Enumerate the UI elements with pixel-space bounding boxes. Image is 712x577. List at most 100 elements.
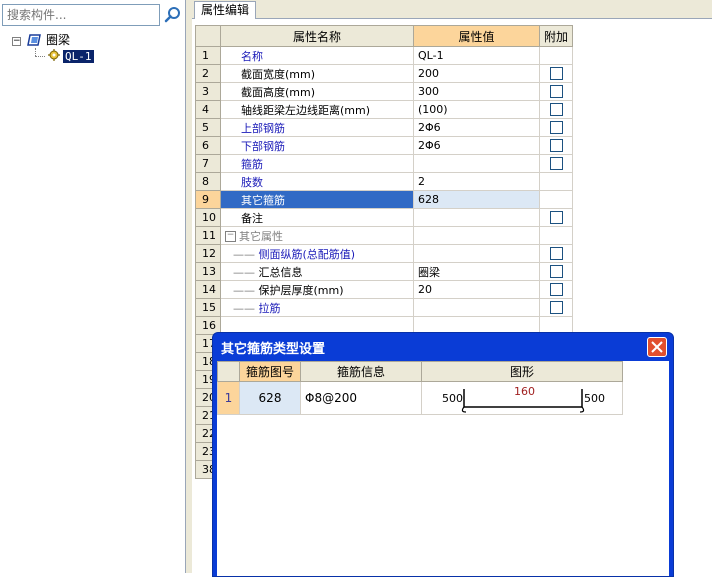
extra-cell [538,280,574,299]
extra-checkbox[interactable] [550,283,563,297]
extra-checkbox[interactable] [550,301,563,315]
property-value[interactable] [413,154,540,173]
property-name[interactable]: 其它箍筋 [220,190,414,209]
property-value[interactable]: 300 [413,82,540,101]
table-row[interactable]: 5 上部钢筋 2Φ6 [195,118,574,137]
property-value[interactable]: 20 [413,280,540,299]
property-name[interactable]: 截面高度(mm) [220,82,414,101]
stirrup-header-row: 箍筋图号 箍筋信息 图形 [217,361,623,382]
table-row[interactable]: 1 628 Φ8@200 500 160 500 [217,381,623,415]
extra-checkbox[interactable] [550,265,563,279]
table-row[interactable]: 11 − 其它属性 [195,226,574,245]
table-row[interactable]: 15 —— 拉筋 [195,298,574,317]
property-value[interactable]: 200 [413,64,540,83]
extra-cell [538,136,574,155]
close-icon [651,341,663,353]
stirrup-grid: 箍筋图号 箍筋信息 图形 1 628 Φ8@200 500 160 500 [217,361,623,415]
table-row[interactable]: 4 轴线距梁左边线距离(mm) (100) [195,100,574,119]
property-value[interactable]: QL-1 [413,46,540,65]
row-number: 1 [217,381,240,415]
table-row-selected[interactable]: 9 其它箍筋 628 [195,190,574,209]
property-name[interactable]: 下部钢筋 [220,136,414,155]
property-name[interactable]: 箍筋 [220,154,414,173]
property-name[interactable]: —— 保护层厚度(mm) [220,280,414,299]
dialog-close-button[interactable] [647,337,667,357]
property-name[interactable]: 名称 [220,46,414,65]
property-value[interactable] [413,244,540,263]
tree-connector [35,56,45,58]
property-name[interactable]: 轴线距梁左边线距离(mm) [220,100,414,119]
row-number: 2 [195,64,221,83]
tree-dash: —— [233,301,259,315]
row-number: 5 [195,118,221,137]
table-row[interactable]: 6 下部钢筋 2Φ6 [195,136,574,155]
table-row[interactable]: 8 肢数 2 [195,172,574,191]
table-row[interactable]: 14 —— 保护层厚度(mm) 20 [195,280,574,299]
group-collapse-toggle[interactable]: − [225,231,236,242]
extra-cell [538,46,574,65]
header-stirrup-code[interactable]: 箍筋图号 [239,361,301,382]
extra-checkbox[interactable] [550,157,563,171]
header-extra[interactable]: 附加 [538,25,574,47]
search-input[interactable] [2,4,160,26]
row-number: 9 [195,190,221,209]
property-value[interactable]: 圈梁 [413,262,540,281]
table-row[interactable]: 10 备注 [195,208,574,227]
property-name[interactable]: —— 汇总信息 [220,262,414,281]
stirrup-type-dialog: 其它箍筋类型设置 箍筋图号 箍筋信息 图形 1 628 Φ8@200 500 1… [212,332,674,577]
tab-strip: 属性编辑 [192,0,712,19]
dialog-body: 箍筋图号 箍筋信息 图形 1 628 Φ8@200 500 160 500 [217,361,669,576]
property-name[interactable]: —— 侧面纵筋(总配筋值) [220,244,414,263]
stirrup-info-cell[interactable]: Φ8@200 [300,381,422,415]
panel-splitter[interactable] [186,0,192,573]
property-value[interactable] [413,298,540,317]
table-row[interactable]: 12 —— 侧面纵筋(总配筋值) [195,244,574,263]
property-value[interactable]: 2 [413,172,540,191]
tree-dash: —— [233,283,259,297]
table-row[interactable]: 1 名称 QL-1 [195,46,574,65]
extra-checkbox[interactable] [550,67,563,81]
extra-checkbox[interactable] [550,85,563,99]
tree-item-root[interactable]: 圈梁 [46,32,70,48]
header-value[interactable]: 属性值 [413,25,540,47]
property-value[interactable]: 628 [413,190,540,209]
stirrup-shape-cell[interactable]: 500 160 500 [421,381,623,415]
property-group[interactable]: − 其它属性 [220,226,414,245]
property-name[interactable]: 备注 [220,208,414,227]
extra-checkbox[interactable] [550,139,563,153]
property-value[interactable]: 2Φ6 [413,136,540,155]
tree-item-ql1[interactable]: QL-1 [63,48,94,64]
tree-connector [35,48,37,56]
property-name[interactable]: 上部钢筋 [220,118,414,137]
property-value[interactable]: (100) [413,100,540,119]
tree-root-label: 圈梁 [46,33,71,47]
extra-cell [538,298,574,317]
extra-checkbox[interactable] [550,121,563,135]
table-row[interactable]: 3 截面高度(mm) 300 [195,82,574,101]
header-corner [217,361,240,382]
property-name[interactable]: 截面宽度(mm) [220,64,414,83]
table-row[interactable]: 7 箍筋 [195,154,574,173]
row-number: 11 [195,226,221,245]
extra-checkbox[interactable] [550,211,563,225]
header-name[interactable]: 属性名称 [220,25,414,47]
header-stirrup-info[interactable]: 箍筋信息 [300,361,422,382]
property-name[interactable]: 肢数 [220,172,414,191]
stirrup-code-cell[interactable]: 628 [239,381,301,415]
property-name[interactable]: —— 拉筋 [220,298,414,317]
table-row[interactable]: 13 —— 汇总信息 圈梁 [195,262,574,281]
table-row[interactable]: 2 截面宽度(mm) 200 [195,64,574,83]
row-number: 8 [195,172,221,191]
extra-cell [538,226,574,245]
property-value[interactable] [413,208,540,227]
tab-property-editor[interactable]: 属性编辑 [194,1,257,19]
tree-collapse-toggle[interactable]: − [12,37,21,46]
row-number: 15 [195,298,221,317]
extra-checkbox[interactable] [550,103,563,117]
extra-checkbox[interactable] [550,247,563,261]
header-shape[interactable]: 图形 [421,361,623,382]
property-value[interactable]: 2Φ6 [413,118,540,137]
row-number: 12 [195,244,221,263]
search-button[interactable] [162,4,184,26]
header-corner [195,25,221,47]
